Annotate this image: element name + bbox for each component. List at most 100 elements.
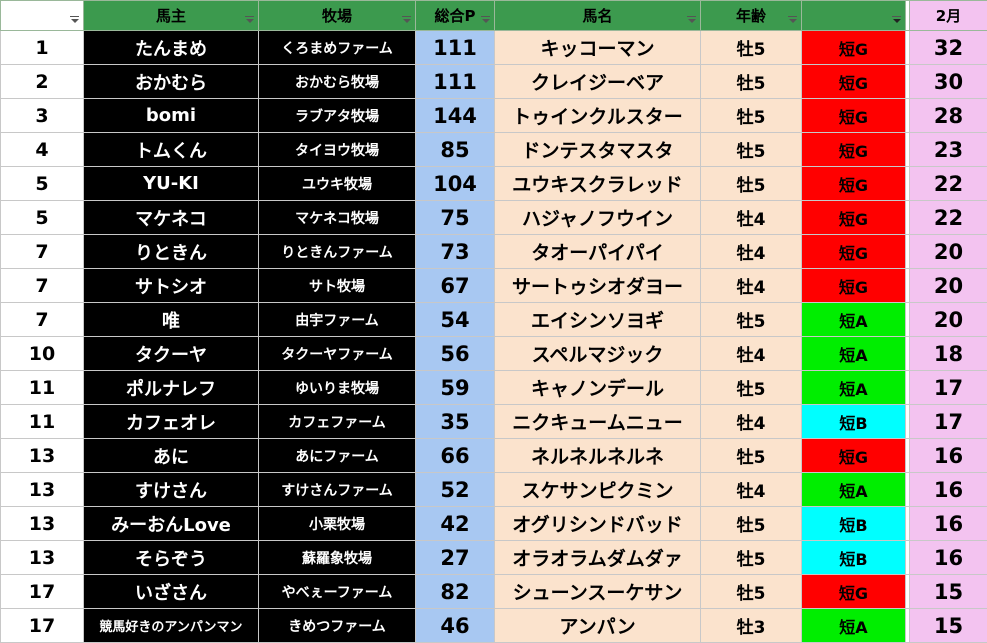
farm-cell[interactable]: マケネコ牧場 — [259, 201, 416, 235]
rank-cell[interactable]: 11 — [1, 371, 84, 405]
points-cell[interactable]: 59 — [416, 371, 495, 405]
filter-dropdown-icon[interactable] — [69, 16, 80, 25]
horse-name-cell[interactable]: ユウキスクラレッド — [495, 167, 701, 201]
horse-name-cell[interactable]: キャノンデール — [495, 371, 701, 405]
rank-cell[interactable]: 17 — [1, 575, 84, 609]
rank-cell[interactable]: 2 — [1, 65, 84, 99]
farm-cell[interactable]: 蘇羅象牧場 — [259, 541, 416, 575]
grade-cell[interactable]: 短G — [802, 31, 906, 65]
farm-cell[interactable]: きめつファーム — [259, 609, 416, 643]
grade-cell[interactable]: 短B — [802, 405, 906, 439]
month-score-cell[interactable]: 15 — [910, 609, 987, 643]
farm-cell[interactable]: すけさんファーム — [259, 473, 416, 507]
month-score-cell[interactable]: 30 — [910, 65, 987, 99]
farm-cell[interactable]: 由宇ファーム — [259, 303, 416, 337]
age-cell[interactable]: 牡5 — [701, 167, 802, 201]
filter-dropdown-icon[interactable] — [244, 16, 255, 25]
month-score-cell[interactable]: 16 — [910, 439, 987, 473]
owner-cell[interactable]: ポルナレフ — [84, 371, 259, 405]
rank-cell[interactable]: 11 — [1, 405, 84, 439]
filter-dropdown-icon[interactable] — [401, 16, 412, 25]
owner-cell[interactable]: トムくん — [84, 133, 259, 167]
grade-cell[interactable]: 短A — [802, 473, 906, 507]
owner-cell[interactable]: そらぞう — [84, 541, 259, 575]
grade-cell[interactable]: 短A — [802, 609, 906, 643]
grade-cell[interactable]: 短G — [802, 439, 906, 473]
points-cell[interactable]: 42 — [416, 507, 495, 541]
month-score-cell[interactable]: 20 — [910, 303, 987, 337]
grade-cell[interactable]: 短G — [802, 269, 906, 303]
month-score-cell[interactable]: 16 — [910, 541, 987, 575]
age-cell[interactable]: 牡5 — [701, 303, 802, 337]
farm-cell[interactable]: サト牧場 — [259, 269, 416, 303]
farm-cell[interactable]: くろまめファーム — [259, 31, 416, 65]
points-cell[interactable]: 56 — [416, 337, 495, 371]
age-cell[interactable]: 牡5 — [701, 575, 802, 609]
points-cell[interactable]: 27 — [416, 541, 495, 575]
age-cell[interactable]: 牡4 — [701, 269, 802, 303]
rank-cell[interactable]: 5 — [1, 201, 84, 235]
month-score-cell[interactable]: 15 — [910, 575, 987, 609]
rank-cell[interactable]: 3 — [1, 99, 84, 133]
rank-cell[interactable]: 7 — [1, 235, 84, 269]
horse-name-cell[interactable]: キッコーマン — [495, 31, 701, 65]
month-score-cell[interactable]: 23 — [910, 133, 987, 167]
age-cell[interactable]: 牡4 — [701, 235, 802, 269]
points-cell[interactable]: 35 — [416, 405, 495, 439]
horse-name-cell[interactable]: ドンテスタマスタ — [495, 133, 701, 167]
horse-name-cell[interactable]: タオーパイパイ — [495, 235, 701, 269]
horse-name-cell[interactable]: クレイジーベア — [495, 65, 701, 99]
rank-cell[interactable]: 13 — [1, 507, 84, 541]
farm-cell[interactable]: タイヨウ牧場 — [259, 133, 416, 167]
month-score-cell[interactable]: 22 — [910, 167, 987, 201]
horse-name-cell[interactable]: ネルネルネルネ — [495, 439, 701, 473]
age-cell[interactable]: 牡4 — [701, 337, 802, 371]
age-cell[interactable]: 牡5 — [701, 65, 802, 99]
rank-cell[interactable]: 13 — [1, 439, 84, 473]
grade-cell[interactable]: 短G — [802, 167, 906, 201]
points-cell[interactable]: 73 — [416, 235, 495, 269]
month-score-cell[interactable]: 18 — [910, 337, 987, 371]
owner-cell[interactable]: 競馬好きのアンパンマン — [84, 609, 259, 643]
points-cell[interactable]: 82 — [416, 575, 495, 609]
month-score-cell[interactable]: 22 — [910, 201, 987, 235]
owner-cell[interactable]: りときん — [84, 235, 259, 269]
rank-cell[interactable]: 1 — [1, 31, 84, 65]
points-cell[interactable]: 85 — [416, 133, 495, 167]
month-score-cell[interactable]: 20 — [910, 269, 987, 303]
farm-cell[interactable]: タクーヤファーム — [259, 337, 416, 371]
filter-dropdown-icon[interactable] — [480, 16, 491, 25]
rank-cell[interactable]: 13 — [1, 541, 84, 575]
grade-cell[interactable]: 短B — [802, 507, 906, 541]
points-cell[interactable]: 54 — [416, 303, 495, 337]
rank-cell[interactable]: 17 — [1, 609, 84, 643]
points-cell[interactable]: 75 — [416, 201, 495, 235]
points-cell[interactable]: 67 — [416, 269, 495, 303]
farm-cell[interactable]: ゆいりま牧場 — [259, 371, 416, 405]
farm-cell[interactable]: 小栗牧場 — [259, 507, 416, 541]
owner-cell[interactable]: すけさん — [84, 473, 259, 507]
owner-cell[interactable]: いざさん — [84, 575, 259, 609]
grade-cell[interactable]: 短G — [802, 99, 906, 133]
age-cell[interactable]: 牡5 — [701, 371, 802, 405]
age-cell[interactable]: 牡5 — [701, 541, 802, 575]
rank-cell[interactable]: 7 — [1, 269, 84, 303]
age-cell[interactable]: 牡5 — [701, 507, 802, 541]
month-score-cell[interactable]: 20 — [910, 235, 987, 269]
grade-cell[interactable]: 短G — [802, 65, 906, 99]
owner-cell[interactable]: あに — [84, 439, 259, 473]
horse-name-cell[interactable]: アンパン — [495, 609, 701, 643]
farm-cell[interactable]: やべぇーファーム — [259, 575, 416, 609]
age-cell[interactable]: 牡4 — [701, 405, 802, 439]
points-cell[interactable]: 66 — [416, 439, 495, 473]
owner-cell[interactable]: タクーヤ — [84, 337, 259, 371]
farm-cell[interactable]: あにファーム — [259, 439, 416, 473]
farm-cell[interactable]: りときんファーム — [259, 235, 416, 269]
month-score-cell[interactable]: 32 — [910, 31, 987, 65]
age-cell[interactable]: 牡4 — [701, 201, 802, 235]
horse-name-cell[interactable]: スケサンピクミン — [495, 473, 701, 507]
age-cell[interactable]: 牡5 — [701, 133, 802, 167]
farm-cell[interactable]: ユウキ牧場 — [259, 167, 416, 201]
age-cell[interactable]: 牡5 — [701, 31, 802, 65]
filter-active-funnel-icon[interactable] — [891, 16, 902, 25]
